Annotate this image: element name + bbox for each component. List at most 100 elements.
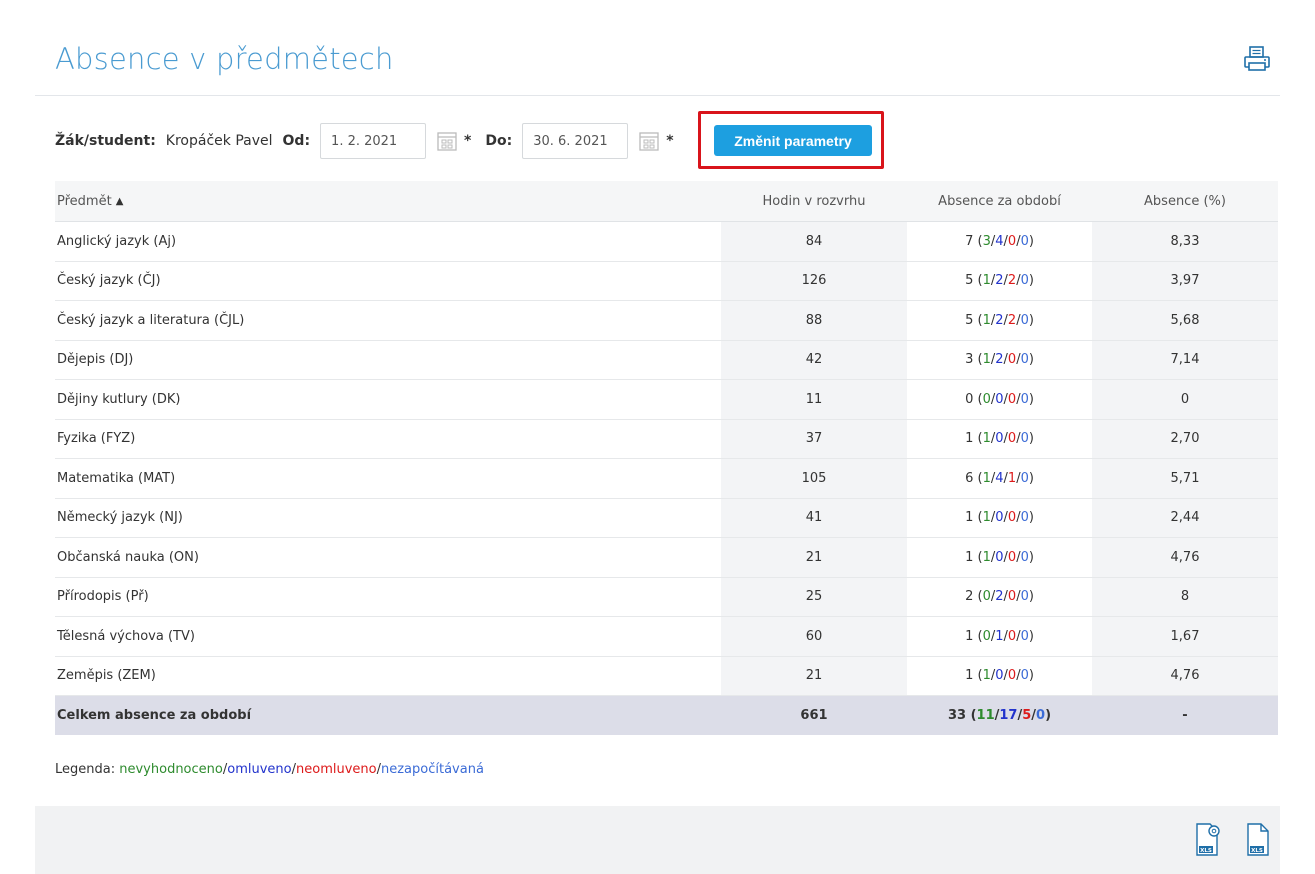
hours-cell: 88 (721, 300, 907, 341)
absence-not-counted: 0 (1020, 233, 1029, 249)
subject-cell: Český jazyk (ČJ) (55, 261, 721, 301)
absence-cell: 2 (0/2/0/0) (907, 577, 1092, 617)
absence-excused: 2 (995, 589, 1004, 605)
from-date-input[interactable] (320, 123, 427, 159)
absence-unassessed: 0 (982, 391, 991, 407)
absence-unassessed: 1 (982, 312, 991, 328)
absence-unexcused: 0 (1007, 510, 1017, 526)
column-header-absence[interactable]: Absence za období (907, 181, 1092, 222)
absence-excused: 2 (995, 352, 1004, 368)
hours-cell: 60 (721, 616, 907, 657)
absence-not-counted: 0 (1020, 668, 1029, 684)
absence-cell: 1 (1/0/0/0) (907, 656, 1092, 696)
xls-icon[interactable]: XLS (1245, 822, 1271, 858)
absence-total: 1 (965, 510, 974, 526)
absence-unassessed: 1 (982, 273, 991, 289)
absence-cell: 5 (1/2/2/0) (907, 300, 1092, 341)
absence-unexcused: 0 (1007, 628, 1017, 644)
calendar-icon[interactable] (638, 130, 660, 152)
absence-unexcused: 0 (1007, 352, 1017, 368)
absence-unassessed: 0 (982, 628, 991, 644)
legend-excused: omluveno (227, 762, 292, 777)
percent-cell: 8 (1092, 577, 1278, 617)
change-parameters-button[interactable]: Změnit parametry (714, 125, 872, 156)
absence-excused: 4 (995, 470, 1004, 486)
absence-unassessed: 1 (982, 352, 991, 368)
absence-not-counted: 0 (1020, 628, 1029, 644)
absence-total: 2 (965, 589, 974, 605)
legend: Legenda: nevyhodnoceno/omluveno/neomluve… (55, 762, 484, 777)
highlight-frame: Změnit parametry (698, 111, 884, 169)
absence-excused: 2 (995, 312, 1004, 328)
student-label: Žák/student: (55, 133, 156, 149)
table-row: Matematika (MAT) 105 6 (1/4/1/0) 5,71 (55, 458, 1278, 499)
absence-unassessed: 1 (982, 470, 991, 486)
subject-cell: Tělesná výchova (TV) (55, 616, 721, 657)
absence-cell: 1 (1/0/0/0) (907, 498, 1092, 538)
percent-cell: 5,68 (1092, 300, 1278, 341)
hours-cell: 25 (721, 577, 907, 617)
absence-excused: 0 (995, 510, 1004, 526)
percent-cell: 4,76 (1092, 537, 1278, 578)
absence-unexcused: 0 (1007, 668, 1017, 684)
absence-excused: 4 (995, 233, 1004, 249)
calendar-icon[interactable] (436, 130, 458, 152)
hours-cell: 37 (721, 419, 907, 459)
absence-total: 1 (965, 549, 974, 565)
column-header-percent[interactable]: Absence (%) (1092, 181, 1278, 222)
absence-unexcused: 5 (1022, 708, 1032, 723)
subject-cell: Fyzika (FYZ) (55, 419, 721, 459)
subject-cell: Zeměpis (ZEM) (55, 656, 721, 696)
xls-settings-icon[interactable]: XLS (1195, 822, 1221, 858)
to-label: Do: (485, 133, 513, 149)
absence-cell: 3 (1/2/0/0) (907, 340, 1092, 380)
absence-cell: 0 (0/0/0/0) (907, 379, 1092, 420)
absence-not-counted: 0 (1020, 510, 1029, 526)
from-label: Od: (282, 133, 311, 149)
absence-total: 3 (965, 352, 974, 368)
hours-cell: 41 (721, 498, 907, 538)
page-header: Absence v předmětech (35, 0, 1280, 96)
absence-total: 7 (965, 233, 974, 249)
absence-not-counted: 0 (1020, 549, 1029, 565)
absence-unassessed: 0 (982, 589, 991, 605)
to-date-input[interactable] (522, 123, 629, 159)
page-title: Absence v předmětech (55, 42, 394, 76)
percent-cell: 7,14 (1092, 340, 1278, 380)
absence-total: 1 (965, 628, 974, 644)
column-header-subject[interactable]: Předmět ▲ (55, 181, 721, 222)
subject-cell: Přírodopis (Př) (55, 577, 721, 617)
column-header-hours[interactable]: Hodin v rozvrhu (721, 181, 907, 222)
percent-cell: 5,71 (1092, 458, 1278, 499)
total-hours: 661 (721, 695, 907, 735)
absence-cell: 1 (0/1/0/0) (907, 616, 1092, 657)
parameters-bar: Žák/student: Kropáček Pavel Od: * Do: * (55, 120, 688, 162)
hours-cell: 21 (721, 656, 907, 696)
svg-text:XLS: XLS (1251, 848, 1263, 854)
absence-excused: 0 (995, 431, 1004, 447)
absence-not-counted: 0 (1036, 708, 1046, 723)
percent-cell: 2,70 (1092, 419, 1278, 459)
absence-not-counted: 0 (1020, 273, 1029, 289)
absence-cell: 5 (1/2/2/0) (907, 261, 1092, 301)
absence-total: 1 (965, 668, 974, 684)
table-row: Tělesná výchova (TV) 60 1 (0/1/0/0) 1,67 (55, 616, 1278, 657)
total-percent: - (1092, 695, 1278, 735)
table-row: Zeměpis (ZEM) 21 1 (1/0/0/0) 4,76 (55, 656, 1278, 696)
absence-not-counted: 0 (1020, 352, 1029, 368)
subject-cell: Matematika (MAT) (55, 458, 721, 499)
printer-icon[interactable] (1242, 44, 1272, 74)
subject-cell: Anglický jazyk (Aj) (55, 221, 721, 262)
absence-unexcused: 0 (1007, 391, 1017, 407)
absence-unassessed: 1 (982, 668, 991, 684)
table-header-row: Předmět ▲ Hodin v rozvrhu Absence za obdo… (55, 181, 1278, 222)
percent-cell: 8,33 (1092, 221, 1278, 262)
hours-cell: 126 (721, 261, 907, 301)
absence-excused: 2 (995, 273, 1004, 289)
absence-cell: 1 (1/0/0/0) (907, 537, 1092, 578)
absence-unassessed: 1 (982, 431, 991, 447)
subject-cell: Německý jazyk (NJ) (55, 498, 721, 538)
absence-unassessed: 1 (982, 510, 991, 526)
absence-not-counted: 0 (1020, 470, 1029, 486)
hours-cell: 84 (721, 221, 907, 262)
